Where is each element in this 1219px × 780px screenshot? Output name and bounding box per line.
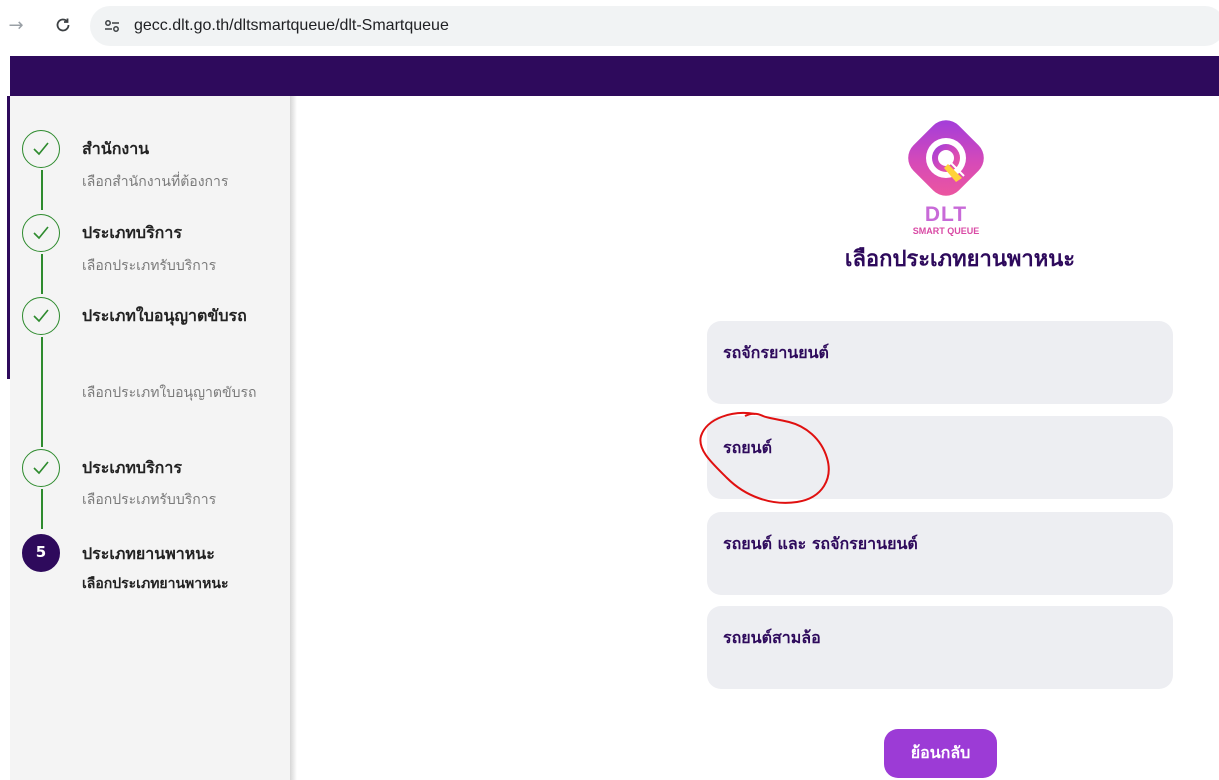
step-connector <box>41 337 43 447</box>
step-2-check-icon <box>22 214 60 252</box>
step-3-check-icon <box>22 297 60 335</box>
step-connector <box>41 170 43 210</box>
step-3-subtitle: เลือกประเภทใบอนุญาตขับรถ <box>82 385 257 401</box>
dlt-smart-queue-logo: DLT SMART QUEUE <box>896 120 996 242</box>
step-2-title: ประเภทบริการ <box>82 223 182 242</box>
top-header-bar <box>10 56 1219 96</box>
back-button[interactable]: ย้อนกลับ <box>884 729 997 778</box>
step-5-number-badge: 5 <box>22 534 60 572</box>
step-5-subtitle: เลือกประเภทยานพาหนะ <box>82 576 229 592</box>
step-4-subtitle: เลือกประเภทรับบริการ <box>82 492 217 508</box>
vehicle-option-car-and-motorcycle[interactable]: รถยนต์ และ รถจักรยานยนต์ <box>707 512 1173 595</box>
logo-q-icon <box>908 120 984 196</box>
step-3-title: ประเภทใบอนุญาตขับรถ <box>82 306 247 325</box>
logo-text: DLT <box>924 203 968 226</box>
page-title: เลือกประเภทยานพาหนะ <box>844 247 1076 272</box>
vehicle-option-three-wheeler[interactable]: รถยนต์สามล้อ <box>707 606 1173 689</box>
step-connector <box>41 254 43 294</box>
browser-toolbar: → gecc.dlt.go.th/dltsmartqueue/dlt-Smart… <box>0 0 1219 56</box>
step-connector <box>41 489 43 529</box>
step-1-title: สำนักงาน <box>82 139 150 158</box>
logo-subtext: SMART QUEUE <box>912 226 980 236</box>
address-bar[interactable]: gecc.dlt.go.th/dltsmartqueue/dlt-Smartqu… <box>90 6 1219 46</box>
site-settings-icon[interactable] <box>102 16 122 36</box>
step-4-check-icon <box>22 449 60 487</box>
stepper-sidebar <box>10 96 290 780</box>
step-5-title: ประเภทยานพาหนะ <box>82 544 215 563</box>
reload-icon[interactable] <box>53 16 73 36</box>
forward-arrow-icon[interactable]: → <box>6 16 26 36</box>
option-label: รถยนต์ <box>723 438 772 457</box>
option-label: รถยนต์ และ รถจักรยานยนต์ <box>723 534 918 553</box>
option-label: รถจักรยานยนต์ <box>723 343 829 362</box>
vehicle-option-motorcycle[interactable]: รถจักรยานยนต์ <box>707 321 1173 404</box>
option-label: รถยนต์สามล้อ <box>723 628 821 647</box>
step-4-title: ประเภทบริการ <box>82 458 182 477</box>
step-1-check-icon <box>22 130 60 168</box>
step-1-subtitle: เลือกสำนักงานที่ต้องการ <box>82 174 229 190</box>
vehicle-option-car[interactable]: รถยนต์ <box>707 416 1173 499</box>
step-2-subtitle: เลือกประเภทรับบริการ <box>82 258 217 274</box>
url-text[interactable]: gecc.dlt.go.th/dltsmartqueue/dlt-Smartqu… <box>134 16 449 36</box>
sidebar-divider <box>290 96 297 780</box>
